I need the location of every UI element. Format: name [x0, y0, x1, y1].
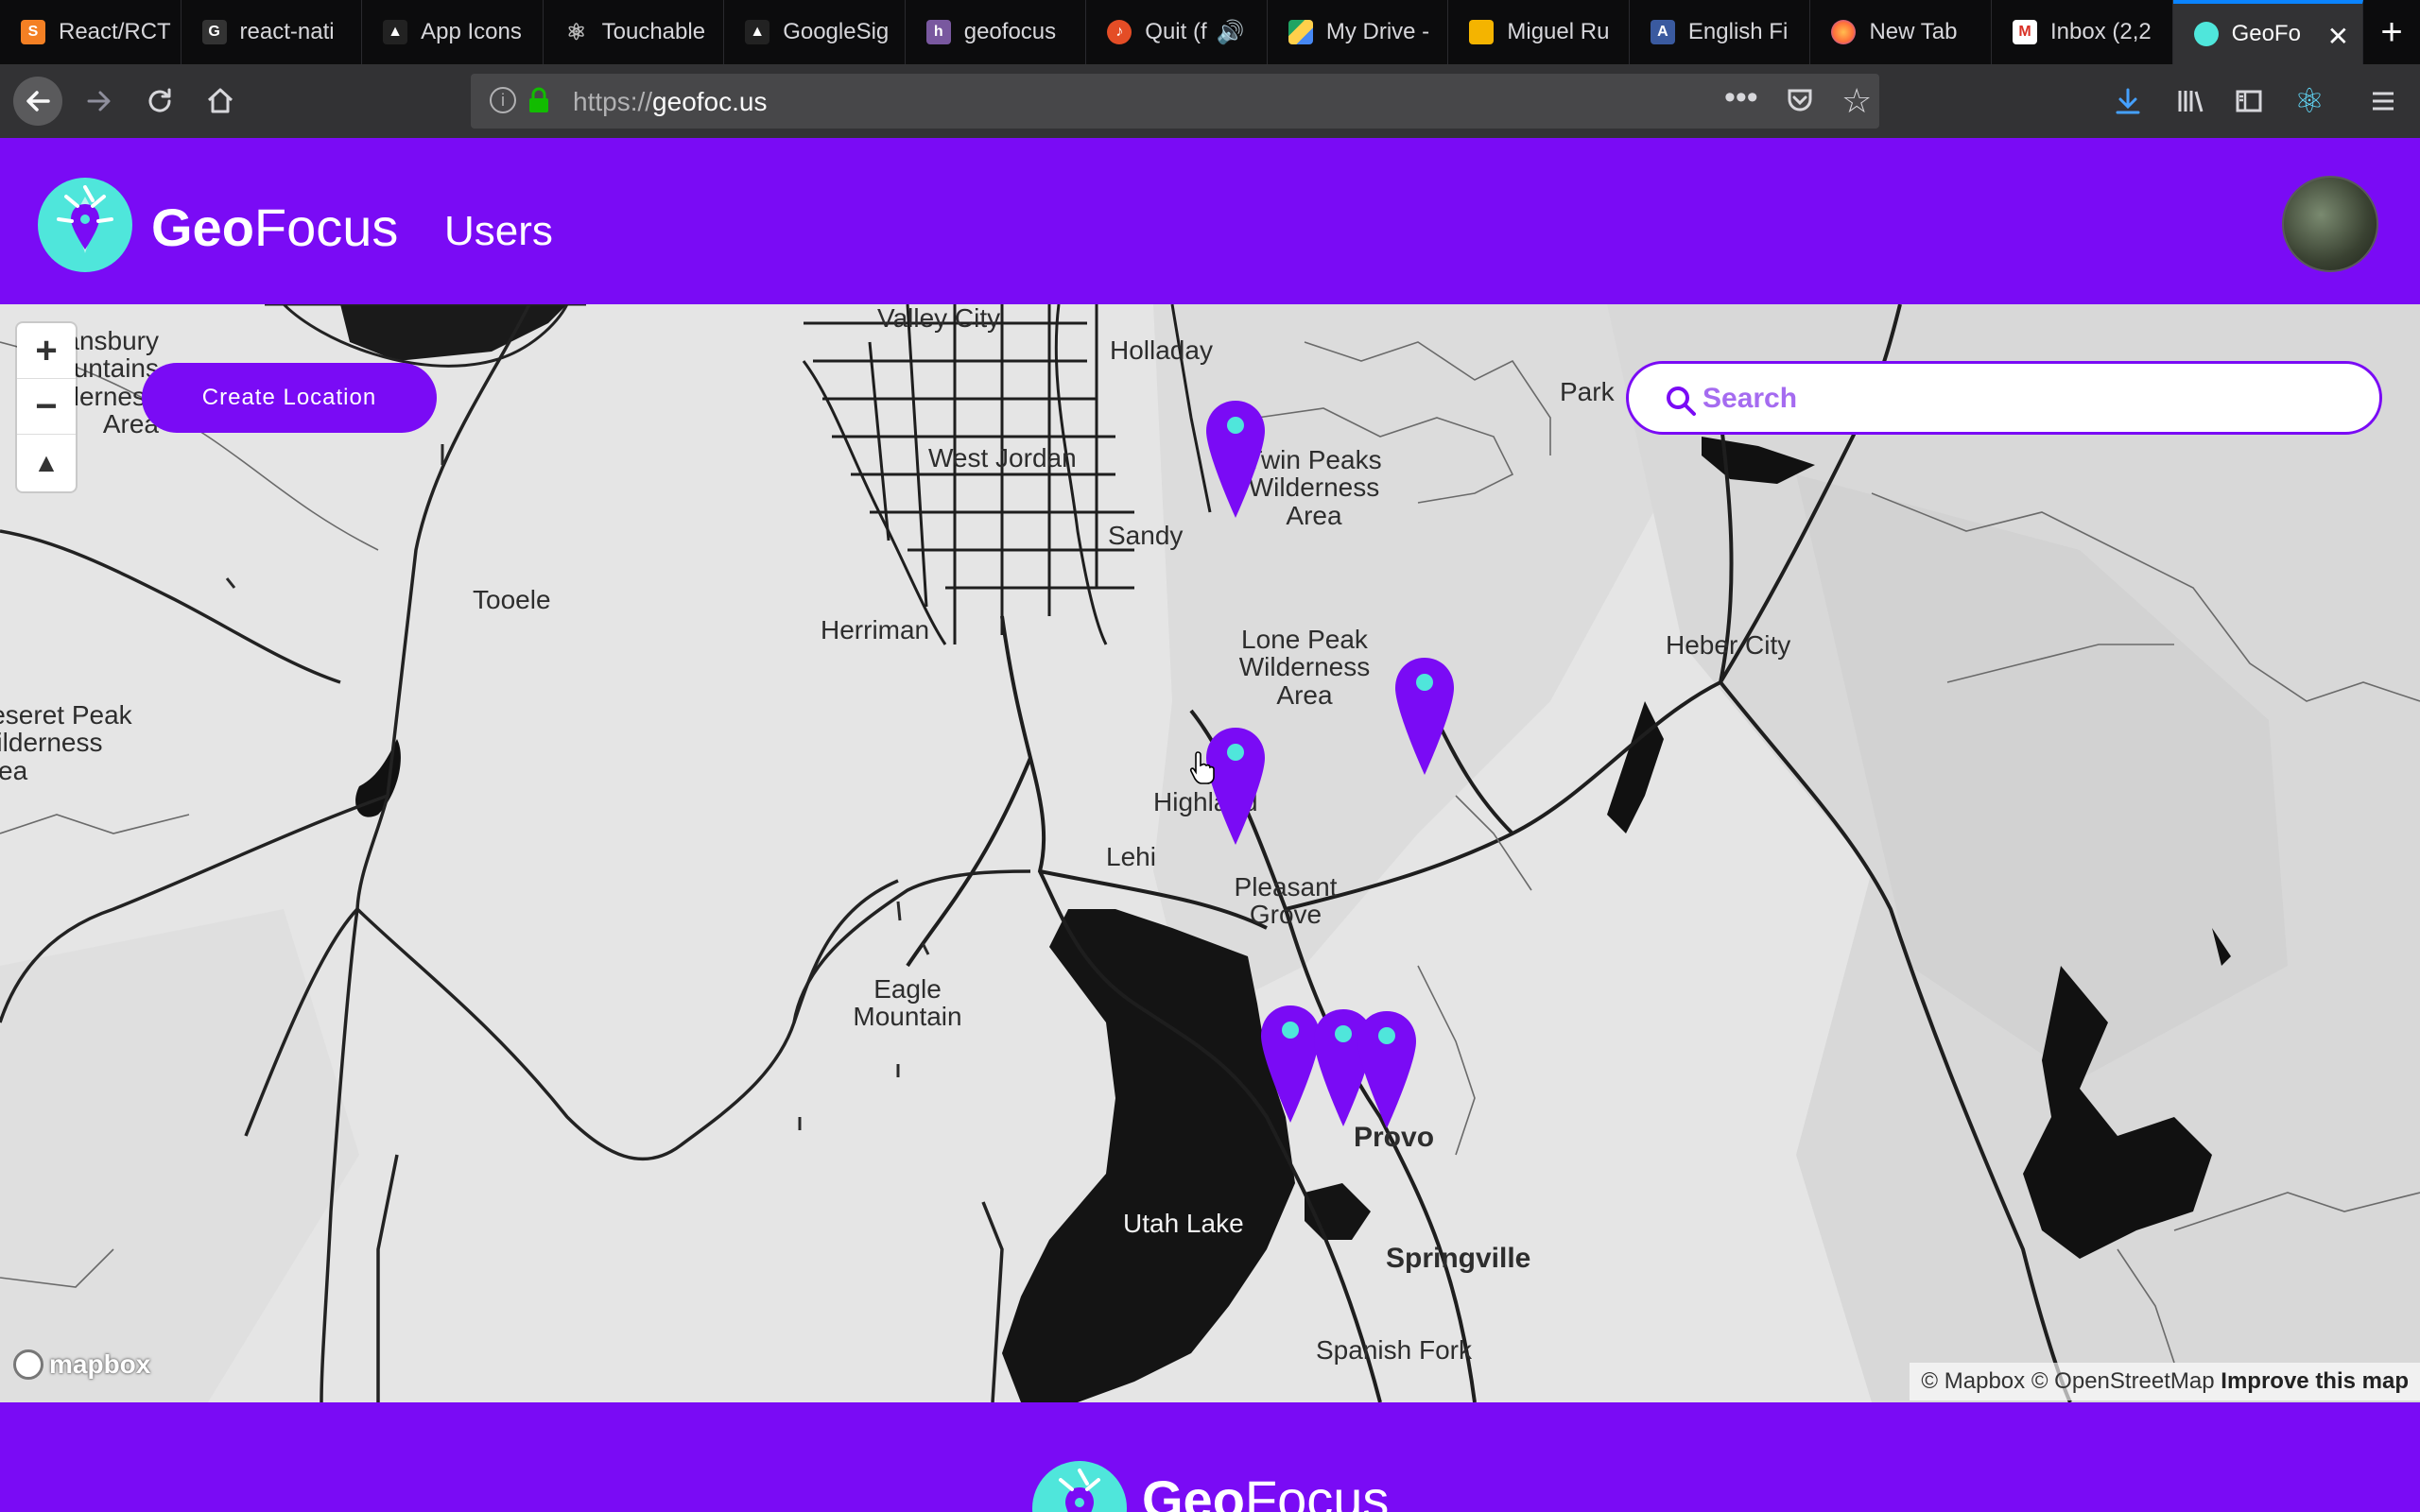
gmail-icon: M	[2013, 20, 2038, 44]
more-actions-icon[interactable]: •••	[1724, 79, 1758, 116]
sidebar-icon[interactable]	[2229, 81, 2269, 121]
library-icon[interactable]	[2170, 81, 2210, 121]
city-label: Heber City	[1666, 630, 1791, 660]
city-label: Pleasant Grove	[1234, 872, 1338, 930]
city-label: Eagle Mountain	[853, 974, 962, 1032]
arrow-left-icon	[26, 91, 50, 112]
footer-wordmark: GeoFocus	[1142, 1469, 1390, 1512]
browser-nav-bar: i https://geofoc.us ••• ☆ ⚛	[0, 64, 2420, 138]
city-label: Park	[1560, 377, 1615, 406]
hand-cursor-icon	[1189, 751, 1215, 784]
city-label: Deseret Peak Wilderness Area	[0, 700, 132, 785]
browser-tab[interactable]: ▲ App Icons	[362, 0, 544, 64]
browser-tab[interactable]: S React/RCT	[0, 0, 182, 64]
browser-tab[interactable]: h geofocus	[906, 0, 1087, 64]
document-icon: A	[1650, 20, 1675, 44]
slides-icon	[1469, 20, 1495, 44]
browser-tab[interactable]: New Tab	[1810, 0, 1993, 64]
info-icon[interactable]: i	[490, 87, 516, 113]
browser-tab[interactable]: My Drive -	[1268, 0, 1449, 64]
map-attribution: © Mapbox © OpenStreetMap Improve this ma…	[1910, 1363, 2420, 1400]
create-location-button[interactable]: Create Location	[142, 363, 437, 433]
pocket-icon[interactable]	[1785, 85, 1815, 115]
reload-icon	[148, 88, 171, 112]
react-icon: ⚛	[565, 19, 587, 45]
speaker-icon[interactable]: 🔊	[1217, 19, 1245, 46]
nav-users-link[interactable]: Users	[444, 208, 553, 255]
browser-tab[interactable]: ⚛ Touchable	[544, 0, 725, 64]
back-button[interactable]	[13, 77, 62, 126]
zoom-in-button[interactable]: +	[17, 323, 76, 379]
zoom-out-button[interactable]: −	[17, 379, 76, 435]
url-text: https://geofoc.us	[573, 87, 768, 116]
home-icon	[207, 88, 233, 113]
mapbox-mark-icon	[13, 1349, 43, 1380]
footer-logo	[1032, 1461, 1127, 1512]
city-label: Sandy	[1108, 521, 1184, 550]
menu-icon[interactable]	[2363, 81, 2403, 121]
city-label: Lehi	[1106, 842, 1156, 871]
bookmark-star-icon[interactable]: ☆	[1841, 81, 1872, 121]
browser-tab-active[interactable]: GeoFo ✕	[2172, 0, 2364, 64]
google-drive-icon	[1288, 20, 1313, 44]
arrow-right-icon	[87, 91, 111, 112]
search-box	[1626, 361, 2382, 435]
react-devtools-icon[interactable]: ⚛	[2290, 81, 2329, 121]
city-label: Lone Peak Wilderness Area	[1238, 625, 1371, 710]
geofocus-icon	[2193, 22, 2219, 46]
city-label: West Jordan	[928, 443, 1077, 472]
city-label: Tooele	[473, 585, 551, 614]
city-label: Holladay	[1110, 335, 1213, 365]
home-button[interactable]	[200, 81, 240, 121]
search-input[interactable]	[1703, 377, 2345, 421]
user-avatar[interactable]	[2282, 176, 2378, 272]
location-marker[interactable]	[1393, 656, 1456, 777]
geofocus-logo[interactable]	[38, 178, 132, 272]
github-icon: G	[201, 20, 227, 44]
new-tab-button[interactable]: +	[2363, 0, 2420, 64]
expo-icon: ▲	[745, 20, 770, 44]
url-bar[interactable]: i https://geofoc.us ••• ☆	[471, 74, 1879, 129]
city-label: Valley City	[877, 304, 1001, 333]
browser-tab[interactable]: M Inbox (2,2	[1992, 0, 2173, 64]
lake-label: Utah Lake	[1123, 1209, 1244, 1238]
browser-tab[interactable]: Miguel Ru	[1448, 0, 1630, 64]
mapbox-logo[interactable]: mapbox	[13, 1349, 150, 1380]
close-tab-icon[interactable]: ✕	[2327, 21, 2349, 52]
app-footer: GeoFocus	[0, 1402, 2420, 1512]
map-view[interactable]: Valley City Holladay West Jordan Sandy T…	[0, 304, 2420, 1402]
expo-icon: ▲	[383, 20, 408, 44]
browser-tab[interactable]: ▲ GoogleSig	[724, 0, 906, 64]
music-icon: ♪	[1107, 20, 1132, 44]
city-label: Herriman	[821, 615, 930, 644]
app-header: GeoFocus Users	[0, 138, 2420, 304]
search-icon	[1667, 387, 1696, 416]
city-label: Spanish Fork	[1316, 1335, 1472, 1365]
lock-icon[interactable]	[527, 87, 550, 113]
firefox-icon	[1831, 20, 1857, 44]
location-marker[interactable]	[1356, 1009, 1418, 1130]
browser-tab[interactable]: Greact-nati	[182, 0, 363, 64]
brand-wordmark[interactable]: GeoFocus	[151, 197, 398, 258]
map-zoom-controls: + − ▲	[17, 323, 76, 491]
compass-icon: ▲	[33, 447, 60, 477]
heroku-icon: h	[925, 20, 951, 44]
downloads-icon[interactable]	[2108, 81, 2148, 121]
location-marker[interactable]	[1204, 726, 1267, 847]
browser-tab[interactable]: ♪ Quit (f 🔊	[1086, 0, 1268, 64]
compass-button[interactable]: ▲	[17, 435, 76, 490]
forward-button[interactable]	[79, 81, 119, 121]
stackoverflow-icon: S	[21, 20, 45, 44]
city-label: Springville	[1386, 1243, 1531, 1274]
browser-tab[interactable]: A English Fi	[1630, 0, 1811, 64]
reload-button[interactable]	[140, 81, 180, 121]
improve-map-link[interactable]: Improve this map	[2221, 1368, 2409, 1394]
browser-tab-bar: S React/RCT Greact-nati ▲ App Icons ⚛ Touch…	[0, 0, 2420, 64]
location-marker[interactable]	[1204, 399, 1267, 520]
